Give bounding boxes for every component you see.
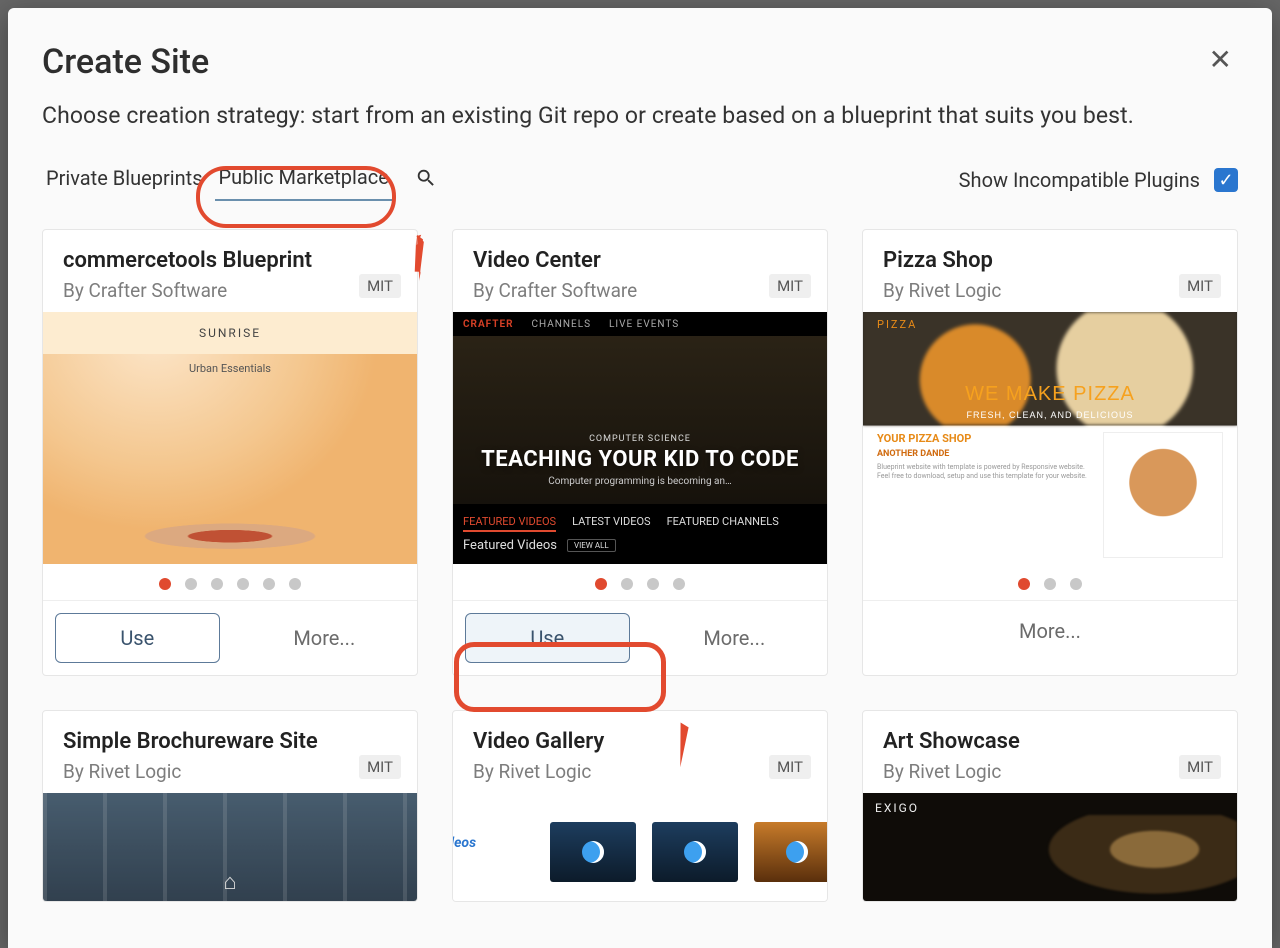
preview-brand: CRAFTER — [463, 319, 513, 330]
tabs-row: Private Blueprints Public Marketplace Sh… — [42, 159, 1238, 201]
blueprint-card: Simple Brochureware Site By Rivet Logic … — [42, 710, 418, 902]
close-icon[interactable]: ✕ — [1203, 42, 1238, 78]
card-preview-image[interactable]: VideosTube — [453, 793, 827, 901]
carousel-dot[interactable] — [185, 578, 197, 590]
tab-public-marketplace[interactable]: Public Marketplace — [215, 159, 393, 201]
blueprint-card: Video Center By Crafter Software MIT CRA… — [452, 229, 828, 676]
show-incompatible-checkbox[interactable]: ✓ — [1214, 168, 1238, 192]
modal-title: Create Site — [42, 42, 209, 82]
blueprint-grid: commercetools Blueprint By Crafter Softw… — [42, 229, 1238, 942]
preview-logo: Videos — [453, 835, 476, 851]
card-preview-image[interactable]: SUNRISE Urban Essentials — [43, 312, 417, 564]
carousel-dot[interactable] — [211, 578, 223, 590]
carousel-dot[interactable] — [595, 578, 607, 590]
carousel-dot[interactable] — [647, 578, 659, 590]
preview-nav-item: CHANNELS — [531, 319, 591, 330]
modal-subtitle: Choose creation strategy: start from an … — [42, 102, 1238, 129]
card-title: Video Gallery — [473, 729, 807, 754]
preview-tagline: Urban Essentials — [43, 362, 417, 375]
blueprint-card: Video Gallery By Rivet Logic MIT VideosT… — [452, 710, 828, 902]
blueprint-card: Pizza Shop By Rivet Logic MIT PIZZA WE M… — [862, 229, 1238, 676]
preview-tab: FEATURED CHANNELS — [667, 515, 779, 532]
carousel-dot[interactable] — [237, 578, 249, 590]
preview-tab: FEATURED VIDEOS — [463, 515, 556, 532]
preview-section: YOUR PIZZA SHOP — [877, 432, 1093, 445]
card-preview-image[interactable]: EXIGO — [863, 793, 1237, 901]
preview-tab: LATEST VIDEOS — [572, 515, 651, 532]
card-author: By Rivet Logic — [473, 760, 807, 783]
carousel-dot[interactable] — [263, 578, 275, 590]
create-site-modal: Create Site ✕ Choose creation strategy: … — [8, 8, 1272, 948]
preview-logo-sub: Tube — [453, 851, 476, 860]
preview-headline: TEACHING YOUR KID TO CODE — [481, 446, 799, 475]
video-thumb — [754, 822, 827, 882]
carousel-dot[interactable] — [1070, 578, 1082, 590]
video-thumb — [550, 822, 636, 882]
show-incompatible-label: Show Incompatible Plugins — [959, 168, 1200, 192]
preview-sub: Computer programming is becoming an… — [453, 476, 827, 487]
preview-tagline: FRESH, CLEAN, AND DELICIOUS — [863, 410, 1237, 420]
carousel-dot[interactable] — [1044, 578, 1056, 590]
card-author: By Crafter Software — [63, 279, 397, 302]
card-title: Simple Brochureware Site — [63, 729, 397, 754]
preview-nav-item: LIVE EVENTS — [609, 319, 679, 330]
blueprint-card: Art Showcase By Rivet Logic MIT EXIGO — [862, 710, 1238, 902]
card-preview-image[interactable]: ⌂ — [43, 793, 417, 901]
search-icon[interactable] — [415, 167, 437, 193]
license-badge: MIT — [359, 274, 401, 298]
more-button[interactable]: More... — [642, 601, 827, 675]
card-author: By Rivet Logic — [883, 279, 1217, 302]
card-title: Art Showcase — [883, 729, 1217, 754]
card-author: By Rivet Logic — [63, 760, 397, 783]
carousel-dot[interactable] — [1018, 578, 1030, 590]
use-button[interactable]: Use — [465, 613, 630, 663]
license-badge: MIT — [359, 755, 401, 779]
card-preview-image[interactable]: PIZZA WE MAKE PIZZA FRESH, CLEAN, AND DE… — [863, 312, 1237, 564]
preview-section: Featured Videos — [463, 538, 557, 553]
preview-view-all: VIEW ALL — [567, 539, 616, 552]
preview-sub: ANOTHER DANDE — [877, 449, 1093, 459]
more-button[interactable]: More... — [232, 601, 417, 675]
preview-brand: PIZZA — [877, 318, 917, 331]
card-title: commercetools Blueprint — [63, 248, 397, 273]
use-button[interactable]: Use — [55, 613, 220, 663]
carousel-dots — [453, 564, 827, 600]
more-button[interactable]: More... — [863, 601, 1237, 661]
tab-private-blueprints[interactable]: Private Blueprints — [42, 160, 207, 200]
card-title: Video Center — [473, 248, 807, 273]
license-badge: MIT — [769, 274, 811, 298]
card-title: Pizza Shop — [883, 248, 1217, 273]
carousel-dot[interactable] — [289, 578, 301, 590]
carousel-dot[interactable] — [159, 578, 171, 590]
card-author: By Crafter Software — [473, 279, 807, 302]
preview-brand: SUNRISE — [43, 312, 417, 354]
carousel-dots — [863, 564, 1237, 600]
license-badge: MIT — [1179, 274, 1221, 298]
carousel-dot[interactable] — [621, 578, 633, 590]
preview-brand: EXIGO — [875, 801, 919, 815]
video-thumb — [652, 822, 738, 882]
home-icon: ⌂ — [223, 869, 236, 895]
blueprint-card: commercetools Blueprint By Crafter Softw… — [42, 229, 418, 676]
preview-headline: WE MAKE PIZZA — [965, 383, 1135, 405]
carousel-dots — [43, 564, 417, 600]
card-author: By Rivet Logic — [883, 760, 1217, 783]
carousel-dot[interactable] — [673, 578, 685, 590]
license-badge: MIT — [1179, 755, 1221, 779]
license-badge: MIT — [769, 755, 811, 779]
preview-subject: COMPUTER SCIENCE — [453, 434, 827, 444]
card-preview-image[interactable]: CRAFTER CHANNELS LIVE EVENTS COMPUTER SC… — [453, 312, 827, 564]
